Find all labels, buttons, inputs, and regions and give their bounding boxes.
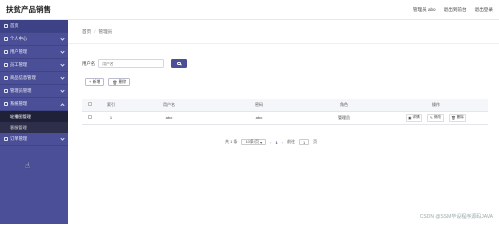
goods-icon — [4, 76, 8, 80]
chevron-down-icon — [60, 36, 65, 41]
page-number-current[interactable]: 1 — [276, 140, 278, 145]
header-select-all[interactable] — [82, 99, 98, 112]
go-frontend-link[interactable]: 退出到前台 — [444, 7, 467, 13]
next-page-button[interactable]: › — [282, 140, 283, 145]
sidebar-item-system[interactable]: 系统管理 — [0, 98, 68, 111]
cell-actions: ▣ 详情 ✎ 修改 🗑 删除 — [384, 111, 488, 125]
page-size-value: 10条/页 — [245, 139, 260, 144]
settings-icon — [4, 102, 8, 106]
header-role: 角色 — [304, 99, 384, 112]
chevron-down-icon — [60, 62, 65, 67]
pagination: 共 1 条 10条/页 ▾ ‹ 1 › 前往 1 页 — [225, 139, 317, 145]
sidebar-item-staff[interactable]: 员工管理 — [0, 59, 68, 72]
home-icon — [4, 24, 8, 28]
sidebar-item-label: 用户管理 — [10, 49, 28, 54]
chevron-down-icon: ▾ — [260, 139, 263, 145]
row-checkbox[interactable] — [88, 115, 92, 119]
admin-icon — [4, 89, 8, 93]
sidebar-item-label: 个人中心 — [10, 36, 28, 41]
chevron-down-icon — [60, 88, 65, 93]
logout-link[interactable]: 退出登录 — [475, 7, 493, 13]
current-user-label: 管理员 abo — [412, 6, 436, 12]
row-delete-label: 删除 — [456, 115, 464, 119]
header-username: 用户名 — [124, 99, 214, 112]
sidebar-item-label: 订单管理 — [10, 136, 28, 141]
sidebar-item-label: 首页 — [10, 23, 19, 28]
cell-username: abo — [124, 111, 214, 125]
row-delete-button[interactable]: 🗑 删除 — [448, 113, 467, 122]
breadcrumb-current: 管理员 — [98, 28, 113, 34]
users-icon — [4, 50, 8, 54]
sidebar-item-label: 员工管理 — [10, 62, 28, 67]
goto-page-input[interactable]: 1 — [299, 139, 310, 145]
sidebar-subitem-carousel[interactable]: 轮播图管理 — [0, 111, 68, 122]
edit-label: 修改 — [433, 115, 442, 119]
edit-button[interactable]: ✎ 修改 — [427, 113, 444, 122]
total-count: 共 1 条 — [225, 139, 238, 144]
sidebar-item-label: 商品信息管理 — [10, 75, 36, 80]
watermark: CSDN @SSM毕设程序源码JAVA — [419, 214, 493, 220]
select-all-checkbox[interactable] — [88, 102, 92, 107]
trash-icon: 🗑 — [112, 80, 118, 85]
table-header-row: 索引 用户名 密码 角色 操作 — [82, 99, 488, 112]
delete-button-label: 删除 — [118, 79, 127, 84]
goto-label: 前往 — [287, 139, 296, 144]
chevron-down-icon — [60, 136, 65, 141]
cell-role: 管理员 — [304, 111, 384, 125]
row-select[interactable] — [82, 111, 98, 125]
search-input[interactable] — [98, 59, 165, 68]
breadcrumb: 首页 / 管理员 — [68, 20, 499, 44]
top-header: 扶贫产品销售 管理员 abo 退出到前台 退出登录 — [0, 0, 499, 20]
edit-icon: ✎ — [429, 115, 433, 120]
order-icon — [4, 137, 8, 141]
app-title: 扶贫产品销售 — [6, 5, 51, 14]
header-actions: 操作 — [384, 99, 488, 112]
breadcrumb-separator: / — [94, 29, 96, 34]
sidebar-item-admins[interactable]: 管理员管理 — [0, 85, 68, 98]
sidebar-item-orders[interactable]: 订单管理 — [0, 133, 68, 146]
header-password: 密码 — [214, 99, 304, 112]
user-icon — [4, 37, 8, 41]
sidebar-subitem-service[interactable]: 客服管理 — [0, 122, 68, 133]
breadcrumb-home[interactable]: 首页 — [82, 29, 91, 35]
add-button[interactable]: + 新增 — [85, 78, 105, 86]
sidebar-item-label: 系统管理 — [10, 101, 28, 106]
chevron-up-icon — [60, 103, 65, 108]
mouse-cursor-icon: ☝ — [25, 161, 30, 170]
page-size-select[interactable]: 10条/页 ▾ — [241, 139, 267, 145]
header-index: 索引 — [98, 99, 124, 112]
sidebar-item-home[interactable]: 首页 — [0, 20, 68, 33]
table-row: 1 abo abo 管理员 ▣ 详情 ✎ 修改 🗑 删除 — [82, 111, 488, 125]
sidebar: 首页 个人中心 用户管理 员工管理 商品信息管理 管理员管理 系统管理 轮播图管… — [0, 20, 68, 224]
staff-icon — [4, 63, 8, 67]
trash-icon: 🗑 — [451, 115, 456, 120]
chevron-down-icon — [60, 49, 65, 54]
cell-password: abo — [214, 111, 304, 125]
page-unit-label: 页 — [313, 139, 318, 144]
header-links: 管理员 abo 退出到前台 退出登录 — [413, 7, 493, 13]
detail-button[interactable]: ▣ 详情 — [405, 113, 423, 122]
detail-label: 详情 — [412, 115, 420, 119]
search-button[interactable] — [171, 59, 188, 68]
chevron-down-icon — [60, 75, 65, 80]
sidebar-item-label: 管理员管理 — [10, 88, 32, 93]
cell-index: 1 — [98, 111, 124, 125]
sidebar-item-goods[interactable]: 商品信息管理 — [0, 72, 68, 85]
detail-icon: ▣ — [408, 115, 412, 120]
sidebar-item-users[interactable]: 用户管理 — [0, 46, 68, 59]
prev-page-button[interactable]: ‹ — [270, 140, 271, 145]
search-label: 用户名 — [82, 60, 96, 66]
admin-table: 索引 用户名 密码 角色 操作 1 abo abo 管理员 ▣ 详情 ✎ 修改 🗑 删… — [82, 99, 488, 125]
search-bar: 用户名 — [82, 59, 188, 68]
delete-button[interactable]: 🗑 删除 — [108, 78, 131, 86]
add-button-label: 新增 — [92, 79, 101, 84]
search-icon — [177, 61, 181, 66]
sidebar-item-profile[interactable]: 个人中心 — [0, 33, 68, 46]
plus-icon: + — [89, 80, 92, 84]
toolbar: + 新增 🗑 删除 — [85, 78, 131, 86]
